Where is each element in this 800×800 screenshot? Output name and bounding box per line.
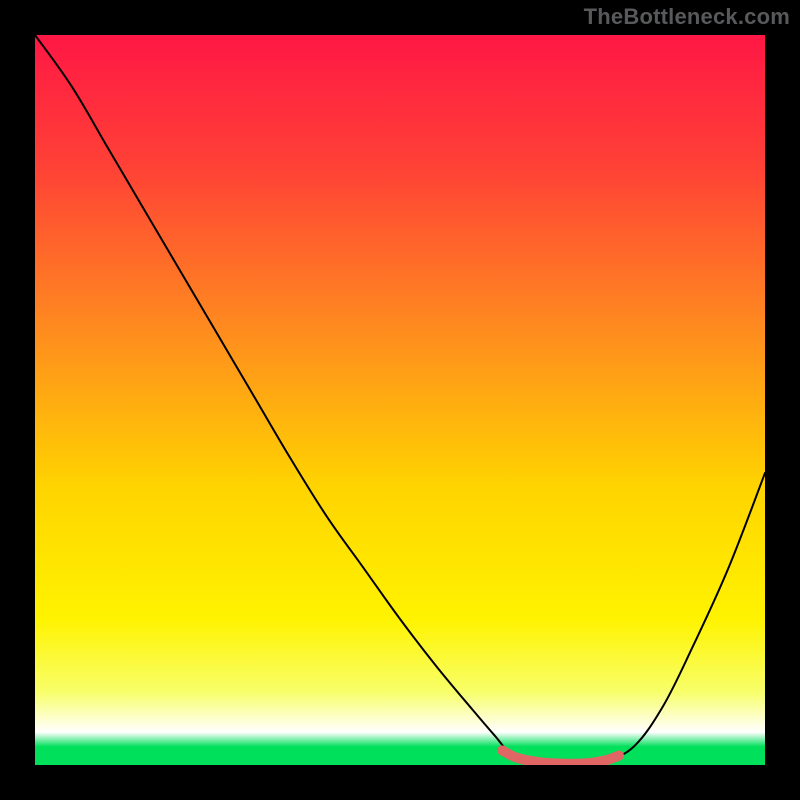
attribution-text: TheBottleneck.com bbox=[584, 4, 790, 30]
chart-frame: TheBottleneck.com bbox=[0, 0, 800, 800]
bottleneck-chart bbox=[35, 35, 765, 765]
gradient-background bbox=[35, 35, 765, 765]
